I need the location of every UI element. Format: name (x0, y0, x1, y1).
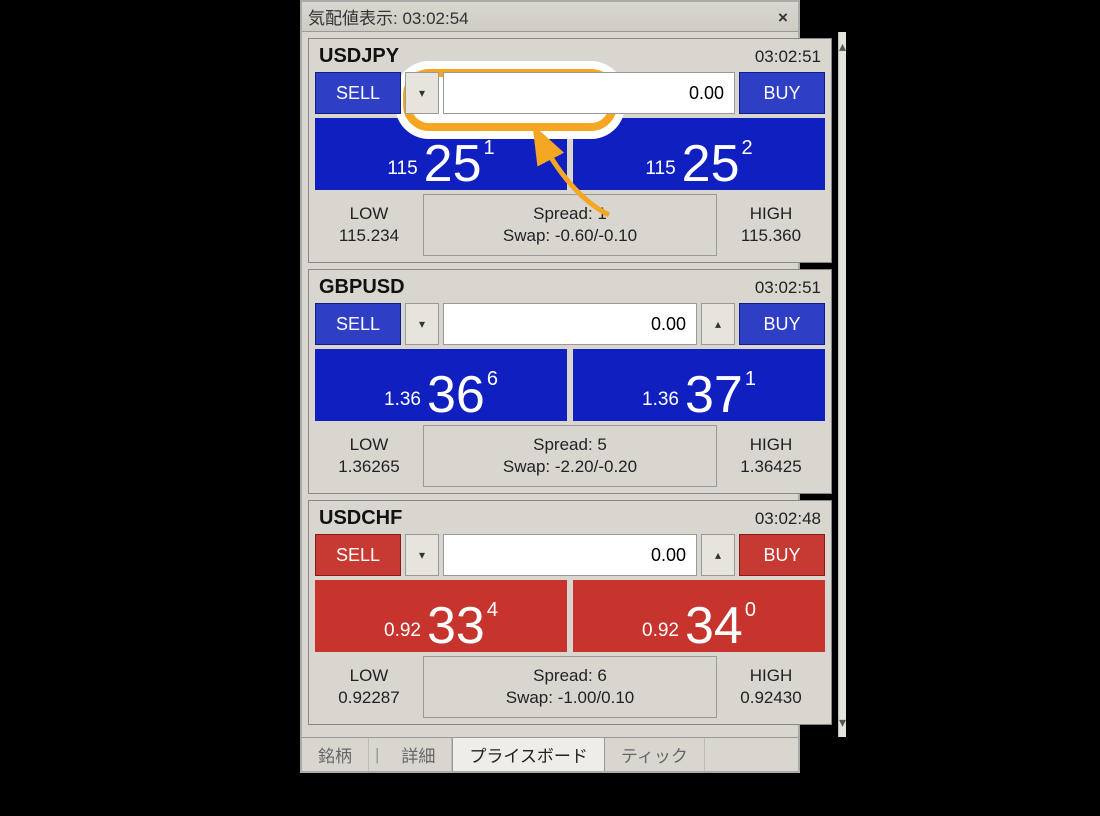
symbol-label: GBPUSD (319, 276, 405, 299)
title-time: 03:02:54 (402, 9, 468, 28)
title-prefix: 気配値表示: (308, 9, 402, 28)
spread-label: Spread: 6 (533, 666, 607, 686)
bottom-tabs: 銘柄 | 詳細 プライスボード ティック (302, 737, 798, 771)
update-time: 03:02:48 (755, 509, 821, 529)
buy-button[interactable]: BUY (739, 534, 825, 576)
high-box: HIGH 115.360 (717, 194, 825, 256)
high-box: HIGH 0.92430 (717, 656, 825, 718)
tab-details[interactable]: 詳細 (385, 738, 452, 771)
spread-label: Spread: 1 (533, 204, 607, 224)
low-value: 0.92287 (338, 688, 399, 708)
tab-tick[interactable]: ティック (605, 738, 705, 771)
sell-price-big: 25 (424, 138, 482, 190)
scroll-down-icon[interactable]: ▾ (839, 714, 846, 731)
buy-price-fraction: 1 (745, 368, 756, 391)
buy-button[interactable]: BUY (739, 72, 825, 114)
low-label: LOW (350, 204, 389, 224)
spread-swap-box: Spread: 6 Swap: -1.00/0.10 (423, 656, 717, 718)
lot-size-input[interactable] (443, 72, 735, 114)
update-time: 03:02:51 (755, 278, 821, 298)
low-label: LOW (350, 666, 389, 686)
sell-button[interactable]: SELL (315, 534, 401, 576)
buy-button[interactable]: BUY (739, 303, 825, 345)
update-time: 03:02:51 (755, 47, 821, 67)
swap-label: Swap: -1.00/0.10 (506, 688, 635, 708)
order-row: SELL ▾ ▴ BUY (315, 303, 825, 345)
symbol-label: USDJPY (319, 45, 399, 68)
swap-label: Swap: -0.60/-0.10 (503, 226, 637, 246)
buy-price-prefix: 115 (645, 158, 675, 180)
order-row: SELL ▾ BUY (315, 72, 825, 114)
low-label: LOW (350, 435, 389, 455)
buy-price-prefix: 0.92 (642, 620, 679, 642)
low-box: LOW 0.92287 (315, 656, 423, 718)
lot-increment-button[interactable]: ▴ (701, 303, 735, 345)
spread-label: Spread: 5 (533, 435, 607, 455)
spread-swap-box: Spread: 1 Swap: -0.60/-0.10 (423, 194, 717, 256)
body-area: USDJPY 03:02:51 SELL ▾ BUY 115 25 1 115 … (302, 32, 798, 737)
price-card: USDCHF 03:02:48 SELL ▾ ▴ BUY 0.92 33 4 0… (308, 500, 832, 725)
sell-price-prefix: 1.36 (384, 389, 421, 411)
chevron-down-icon: ▾ (419, 86, 425, 100)
high-label: HIGH (750, 435, 793, 455)
high-value: 0.92430 (740, 688, 801, 708)
close-icon[interactable]: × (774, 8, 792, 26)
sell-price-prefix: 115 (387, 158, 417, 180)
high-label: HIGH (750, 666, 793, 686)
chevron-up-icon: ▴ (715, 548, 721, 562)
price-card: GBPUSD 03:02:51 SELL ▾ ▴ BUY 1.36 36 6 1… (308, 269, 832, 494)
price-board-list: USDJPY 03:02:51 SELL ▾ BUY 115 25 1 115 … (302, 32, 838, 737)
scroll-up-icon[interactable]: ▴ (839, 38, 846, 55)
chevron-down-icon: ▾ (419, 548, 425, 562)
sell-price-prefix: 0.92 (384, 620, 421, 642)
sell-price-fraction: 6 (487, 368, 498, 391)
tab-price-board[interactable]: プライスボード (452, 737, 605, 771)
high-box: HIGH 1.36425 (717, 425, 825, 487)
swap-label: Swap: -2.20/-0.20 (503, 457, 637, 477)
high-value: 115.360 (741, 226, 801, 246)
buy-price-big: 37 (685, 369, 743, 421)
high-value: 1.36425 (740, 457, 801, 477)
sell-price-box[interactable]: 1.36 36 6 (315, 349, 567, 421)
sell-button[interactable]: SELL (315, 303, 401, 345)
lot-decrement-button[interactable]: ▾ (405, 534, 439, 576)
low-value: 1.36265 (338, 457, 399, 477)
sell-price-box[interactable]: 0.92 33 4 (315, 580, 567, 652)
market-watch-window: 気配値表示: 03:02:54 × USDJPY 03:02:51 SELL ▾… (300, 0, 800, 773)
chevron-down-icon: ▾ (419, 317, 425, 331)
low-box: LOW 1.36265 (315, 425, 423, 487)
buy-price-big: 34 (685, 600, 743, 652)
tab-separator: | (369, 738, 385, 771)
lot-decrement-button[interactable]: ▾ (405, 303, 439, 345)
vertical-scrollbar[interactable]: ▴ ▾ (838, 32, 846, 737)
tab-symbols[interactable]: 銘柄 (302, 738, 369, 771)
sell-price-fraction: 4 (487, 599, 498, 622)
titlebar: 気配値表示: 03:02:54 × (302, 2, 798, 32)
symbol-label: USDCHF (319, 507, 402, 530)
lot-decrement-button[interactable]: ▾ (405, 72, 439, 114)
buy-price-box[interactable]: 1.36 37 1 (573, 349, 825, 421)
lot-increment-button[interactable]: ▴ (701, 534, 735, 576)
sell-price-fraction: 1 (484, 137, 495, 160)
spread-swap-box: Spread: 5 Swap: -2.20/-0.20 (423, 425, 717, 487)
low-box: LOW 115.234 (315, 194, 423, 256)
buy-price-fraction: 2 (742, 137, 753, 160)
window-title: 気配値表示: 03:02:54 (308, 4, 469, 29)
high-label: HIGH (750, 204, 793, 224)
chevron-up-icon: ▴ (715, 317, 721, 331)
sell-button[interactable]: SELL (315, 72, 401, 114)
lot-size-input[interactable] (443, 303, 697, 345)
price-card: USDJPY 03:02:51 SELL ▾ BUY 115 25 1 115 … (308, 38, 832, 263)
buy-price-fraction: 0 (745, 599, 756, 622)
sell-price-big: 33 (427, 600, 485, 652)
low-value: 115.234 (339, 226, 399, 246)
sell-price-big: 36 (427, 369, 485, 421)
lot-size-input[interactable] (443, 534, 697, 576)
buy-price-big: 25 (682, 138, 740, 190)
order-row: SELL ▾ ▴ BUY (315, 534, 825, 576)
buy-price-box[interactable]: 0.92 34 0 (573, 580, 825, 652)
buy-price-prefix: 1.36 (642, 389, 679, 411)
